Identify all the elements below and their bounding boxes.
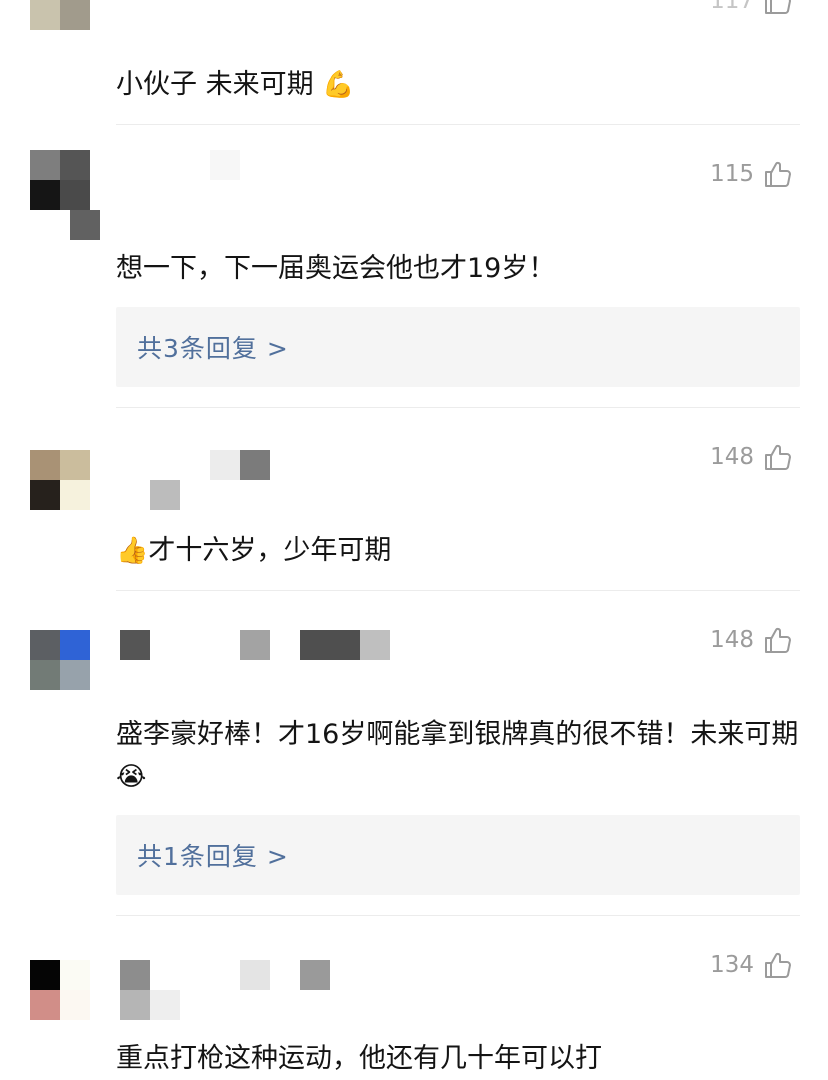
- divider: [116, 590, 800, 591]
- thumbs-up-icon: [765, 161, 791, 187]
- thumbs-up-emoji: 👍: [116, 536, 149, 566]
- comment-text: 盛李豪好棒！才16岁啊能拿到银牌真的很不错！未来可期 😭: [116, 719, 799, 792]
- avatar[interactable]: [30, 630, 90, 690]
- divider: [116, 915, 800, 916]
- comment-text: 想一下，下一届奥运会他也才19岁！: [116, 253, 556, 284]
- thumbs-up-icon: [765, 0, 791, 14]
- like-count: 115: [710, 161, 754, 187]
- avatar[interactable]: [30, 0, 90, 30]
- like-button[interactable]: 117: [710, 0, 792, 16]
- like-count: 134: [710, 952, 754, 978]
- replies-link[interactable]: 共1条回复 >: [116, 815, 800, 895]
- thumbs-up-icon: [765, 952, 791, 978]
- like-button[interactable]: 148: [710, 442, 792, 472]
- replies-link[interactable]: 共3条回复 >: [116, 307, 800, 387]
- flexed-biceps-emoji: 💪: [322, 70, 355, 100]
- thumbs-up-icon: [765, 444, 791, 470]
- username[interactable]: [120, 630, 400, 660]
- avatar[interactable]: [30, 450, 90, 510]
- comment-text: 重点打枪这种运动，他还有几十年可以打: [116, 1043, 602, 1074]
- comment-text: 👍才十六岁，少年可期: [116, 535, 392, 566]
- comment-text: 小伙子 未来可期 💪: [116, 69, 355, 100]
- crying-face-emoji: 😭: [116, 762, 147, 792]
- username[interactable]: [120, 960, 340, 1020]
- like-count: 148: [710, 444, 754, 470]
- avatar[interactable]: [30, 150, 90, 210]
- like-button[interactable]: 134: [710, 950, 792, 980]
- thumbs-up-icon: [765, 627, 791, 653]
- replies-label: 共3条回复 >: [137, 334, 289, 363]
- username[interactable]: [150, 450, 300, 510]
- like-button[interactable]: 148: [710, 625, 792, 655]
- avatar[interactable]: [30, 960, 90, 1020]
- divider: [116, 124, 800, 125]
- divider: [116, 407, 800, 408]
- like-count: 148: [710, 627, 754, 653]
- username[interactable]: [70, 150, 320, 240]
- like-count: 117: [710, 0, 754, 14]
- replies-label: 共1条回复 >: [137, 842, 289, 871]
- like-button[interactable]: 115: [710, 159, 792, 189]
